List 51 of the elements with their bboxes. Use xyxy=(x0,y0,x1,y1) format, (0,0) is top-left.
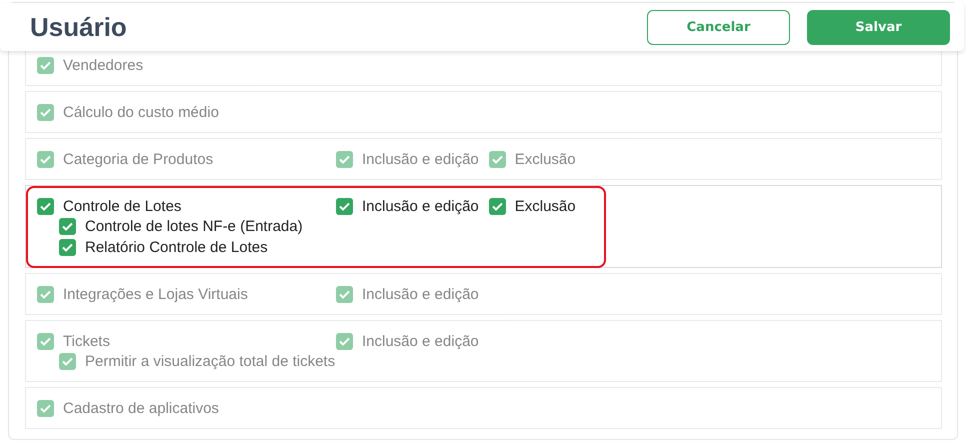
check-icon xyxy=(40,108,51,116)
checkbox[interactable] xyxy=(488,150,506,168)
checkbox-label: Exclusão xyxy=(514,150,576,168)
check-icon xyxy=(40,60,51,70)
checkbox-label: Inclusão e edição xyxy=(362,198,479,214)
checkbox-label: Vendedores xyxy=(63,56,144,74)
checkbox-label: Controle de Lotes xyxy=(63,198,182,214)
check-icon xyxy=(40,404,51,412)
checkbox[interactable] xyxy=(37,104,54,120)
check-icon xyxy=(339,154,350,164)
checkbox-label: Tickets xyxy=(63,332,110,350)
checkbox[interactable] xyxy=(37,286,54,302)
checkbox[interactable] xyxy=(59,238,76,256)
page-title: Usuário xyxy=(30,12,128,42)
cancel-button[interactable]: Cancelar xyxy=(647,10,790,44)
checkbox[interactable] xyxy=(59,352,76,370)
check-icon xyxy=(40,202,51,210)
check-icon xyxy=(40,154,51,164)
check-icon xyxy=(339,290,350,298)
checkbox[interactable] xyxy=(336,286,353,302)
check-icon xyxy=(40,290,51,298)
check-icon xyxy=(339,202,350,210)
checkbox-label: Exclusão xyxy=(514,198,576,214)
check-icon xyxy=(492,154,503,164)
check-icon xyxy=(62,242,73,252)
save-button[interactable]: Salvar xyxy=(807,10,950,44)
checkbox-label: Permitir a visualização total de tickets xyxy=(85,352,336,370)
checkbox-label: Cálculo do custo médio xyxy=(63,104,219,120)
checkbox[interactable] xyxy=(37,150,54,168)
checkbox-label: Integrações e Lojas Virtuais xyxy=(63,286,248,302)
checkbox[interactable] xyxy=(59,218,76,234)
checkbox-label: Inclusão e edição xyxy=(362,150,479,168)
checkbox-label: Relatório Controle de Lotes xyxy=(85,238,268,256)
checkbox[interactable] xyxy=(336,198,353,214)
checkbox-label: Inclusão e edição xyxy=(362,332,479,350)
checkbox[interactable] xyxy=(37,198,54,214)
checkbox-label: Controle de lotes NF-e (Entrada) xyxy=(85,218,303,234)
checkbox[interactable] xyxy=(37,400,54,416)
checkbox-label: Inclusão e edição xyxy=(362,286,479,302)
check-icon xyxy=(339,336,350,346)
checkbox[interactable] xyxy=(336,150,353,168)
checkbox[interactable] xyxy=(488,198,506,214)
checkbox-label: Cadastro de aplicativos xyxy=(63,400,219,416)
check-icon xyxy=(492,202,503,210)
check-icon xyxy=(62,356,73,366)
checkbox[interactable] xyxy=(37,56,54,74)
check-icon xyxy=(40,336,51,346)
checkbox[interactable] xyxy=(336,332,353,350)
checkbox-label: Categoria de Produtos xyxy=(63,150,214,168)
check-icon xyxy=(62,222,73,230)
checkbox[interactable] xyxy=(37,332,54,350)
